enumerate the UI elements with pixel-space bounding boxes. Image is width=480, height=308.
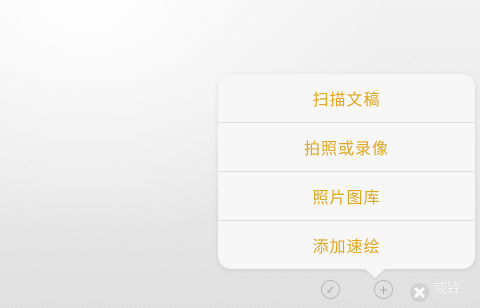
watermark-subtext: FENG.COM: [433, 295, 470, 303]
popover-arrow: [364, 268, 386, 278]
add-attachment-menu: 扫描文稿 拍照或录像 照片图库 添加速绘: [218, 74, 475, 269]
feng-watermark: 威锋 FENG.COM: [410, 279, 478, 305]
add-icon[interactable]: +: [374, 280, 393, 299]
watermark-text: 威锋: [433, 280, 461, 297]
photo-library-option[interactable]: 照片图库: [218, 172, 475, 220]
feng-logo-icon: [410, 282, 429, 302]
checklist-icon[interactable]: ✓: [321, 280, 340, 299]
watermark-text-group: 威锋 FENG.COM: [433, 282, 469, 303]
take-photo-or-video-option[interactable]: 拍照或录像: [218, 123, 475, 171]
scan-documents-option[interactable]: 扫描文稿: [218, 74, 475, 122]
add-sketch-option[interactable]: 添加速绘: [218, 221, 475, 269]
